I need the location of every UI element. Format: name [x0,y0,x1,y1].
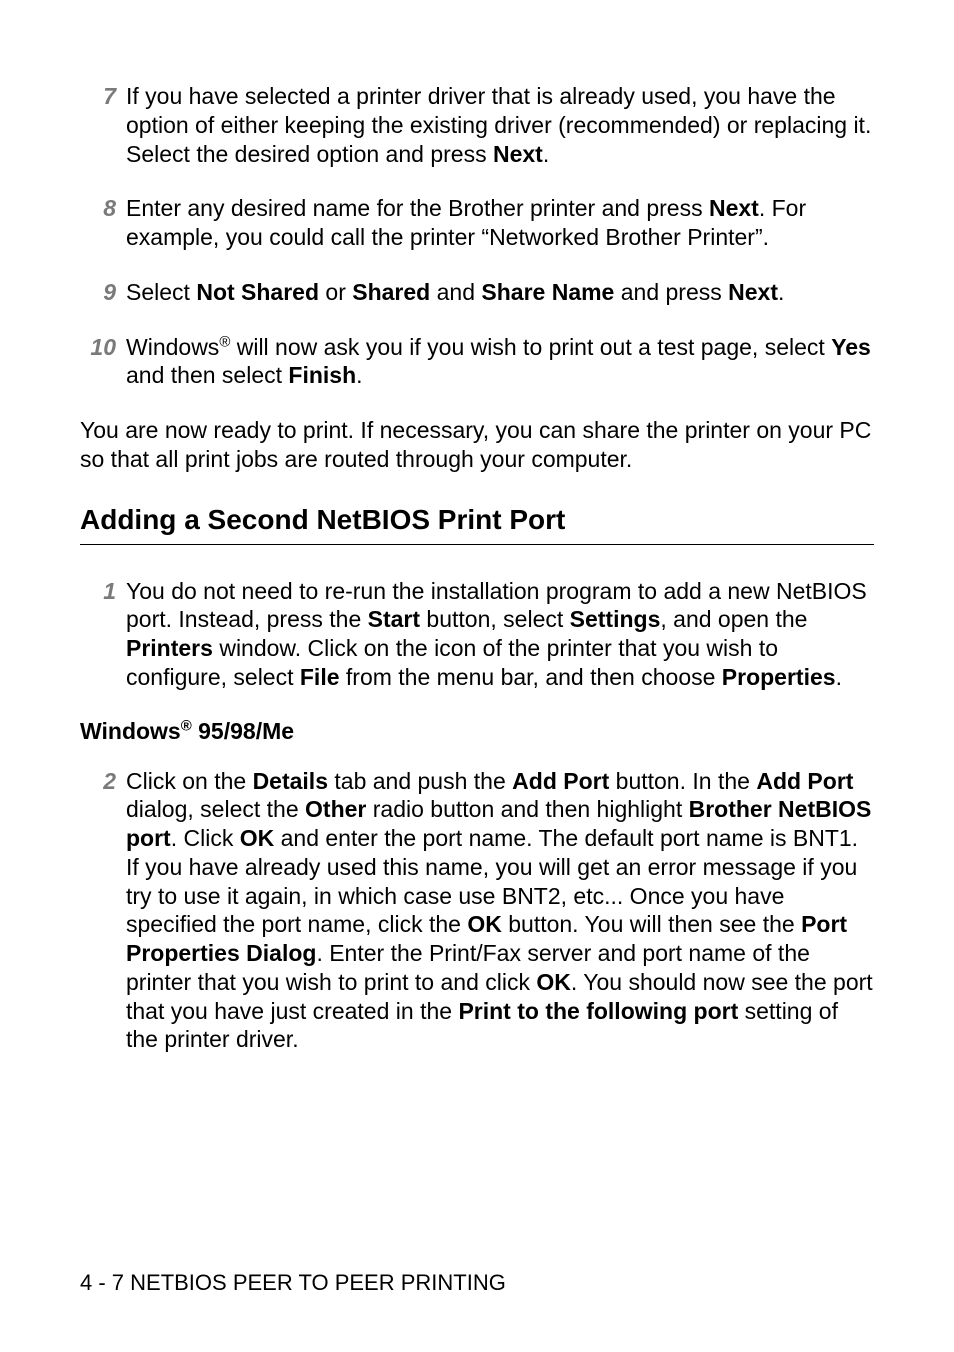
step-10: 10Windows® will now ask you if you wish … [80,333,874,391]
step-body: If you have selected a printer driver th… [126,82,874,168]
step-number: 2 [80,767,126,1055]
step-7: 7If you have selected a printer driver t… [80,82,874,168]
step-number: 10 [80,333,126,391]
step-number: 1 [80,577,126,692]
step-9: 9Select Not Shared or Shared and Share N… [80,278,874,307]
step-number: 8 [80,194,126,252]
step-8: 8Enter any desired name for the Brother … [80,194,874,252]
step-1: 1You do not need to re-run the installat… [80,577,874,692]
step-body: You do not need to re-run the installati… [126,577,874,692]
step-number: 9 [80,278,126,307]
subheading-windows: Windows® 95/98/Me [80,718,874,745]
heading-rule [80,544,874,545]
step-body: Click on the Details tab and push the Ad… [126,767,874,1055]
section-heading: Adding a Second NetBIOS Print Port [80,504,874,536]
step-2: 2Click on the Details tab and push the A… [80,767,874,1055]
paragraph-ready: You are now ready to print. If necessary… [80,416,874,474]
page-footer: 4 - 7 NETBIOS PEER TO PEER PRINTING [80,1270,506,1296]
step-number: 7 [80,82,126,168]
step-body: Select Not Shared or Shared and Share Na… [126,278,874,307]
step-body: Enter any desired name for the Brother p… [126,194,874,252]
step-body: Windows® will now ask you if you wish to… [126,333,874,391]
